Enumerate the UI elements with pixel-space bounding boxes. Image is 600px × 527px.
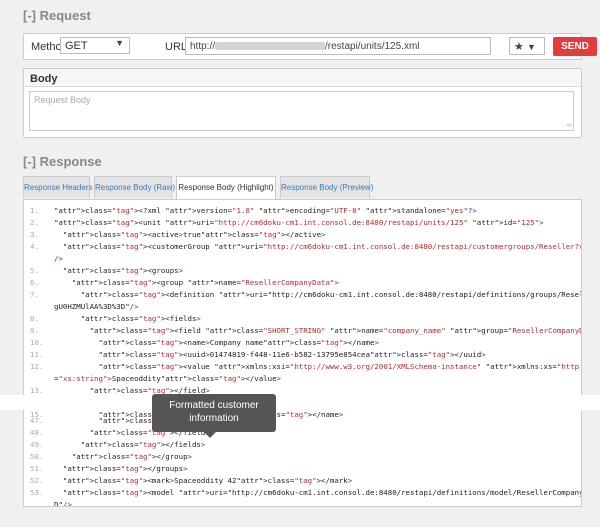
code-panel: 1. "attr">class="tag"><?xml "attr">versio…: [23, 199, 582, 507]
url-input[interactable]: http:// /restapi/units/125.xml: [185, 37, 491, 55]
code-text: "attr">class="tag"></groups>: [62, 464, 188, 473]
line-number: 8.: [30, 314, 39, 323]
code-line: 8. "attr">class="tag"><fields>: [24, 314, 581, 326]
code-text: "attr">class="tag"><?xml "attr">version=…: [54, 206, 477, 215]
code-text: "attr">class="tag"><unit "attr">uri="htt…: [54, 218, 544, 227]
url-prefix: http://: [190, 41, 216, 52]
code-text: "attr">class="tag"><group "attr">name="R…: [71, 278, 339, 287]
code-text: "attr">class="tag"><definition "attr">ur…: [80, 290, 581, 299]
tab-response-body-raw[interactable]: Response Body (Raw): [94, 176, 175, 198]
body-title: Body: [24, 69, 581, 87]
code-text: "attr">class="tag"><groups>: [62, 266, 184, 275]
code-text: D"/>: [54, 500, 72, 507]
code-line: gU0HZMUlAA%3D%3D"/>: [24, 302, 581, 314]
code-line: 3. "attr">class="tag"><active>true"attr"…: [24, 230, 581, 242]
line-number: 51.: [30, 464, 44, 473]
line-number: 50.: [30, 452, 44, 461]
code-line: 4. "attr">class="tag"><customerGroup "at…: [24, 242, 581, 254]
method-select[interactable]: GET ▼: [60, 37, 130, 54]
code-line: 10. "attr">class="tag"><name>Company nam…: [24, 338, 581, 350]
line-number: 9.: [30, 326, 39, 335]
star-icon: ★: [514, 41, 524, 53]
body-panel: Body Request Body ∞: [23, 68, 582, 138]
line-number: 7.: [30, 290, 39, 299]
line-number: 52.: [30, 476, 44, 485]
code-text: "attr">class="tag"><field "attr">class="…: [89, 326, 581, 335]
request-body-input[interactable]: Request Body: [29, 91, 574, 131]
line-number: 3.: [30, 230, 39, 239]
code-line: D"/>: [24, 500, 581, 507]
tooltip-line-2: information: [189, 413, 239, 424]
favorite-dropdown[interactable]: ★ ▼: [509, 37, 545, 55]
code-text: "attr">class="tag"><name>Company name"at…: [98, 338, 379, 347]
line-number: 4.: [30, 242, 39, 251]
line-number: 6.: [30, 278, 39, 287]
line-number: 48.: [30, 428, 44, 437]
code-line: 11. "attr">class="tag"><uuid>01474819-f4…: [24, 350, 581, 362]
line-number: 5.: [30, 266, 39, 275]
line-number: 13.: [30, 386, 44, 395]
code-text: "attr">class="tag"><uuid>01474819-f448-1…: [98, 350, 486, 359]
line-number: 10.: [30, 338, 44, 347]
redacted-host: [215, 42, 326, 51]
request-bar: Method GET ▼ URL http:///restapi/units/1…: [23, 33, 597, 60]
method-value: GET: [65, 40, 88, 52]
code-line: 6. "attr">class="tag"><group "attr">name…: [24, 278, 581, 290]
divider-band: [0, 395, 600, 410]
line-number: 47.: [30, 416, 44, 425]
code-line: 1. "attr">class="tag"><?xml "attr">versio…: [24, 206, 581, 218]
chevron-down-icon: ▼: [115, 38, 124, 48]
code-line: 48. "attr">class="tag"></field>: [24, 428, 581, 440]
code-text: ="xs:string">Spaceoddity"attr">class="ta…: [54, 374, 281, 383]
line-number: 2.: [30, 218, 39, 227]
code-text: "attr">class="tag"><customerGroup "attr"…: [62, 242, 581, 251]
code-text: "attr">class="tag"><mark>Spaceoddity 42"…: [62, 476, 353, 485]
code-line: 12. "attr">class="tag"><value "attr">xml…: [24, 362, 581, 374]
code-line: 9. "attr">class="tag"><field "attr">clas…: [24, 326, 581, 338]
line-number: 49.: [30, 440, 44, 449]
response-title: [-] Response: [23, 154, 102, 169]
code-text: "attr">class="tag"></group>: [71, 452, 192, 461]
code-line: />: [24, 254, 581, 266]
tab-response-body-preview[interactable]: Response Body (Preview): [280, 176, 373, 198]
code-line: 50. "attr">class="tag"></group>: [24, 452, 581, 464]
code-text: "attr">class="tag"><value "attr">xmlns:x…: [98, 362, 582, 371]
url-label: URL: [165, 41, 188, 53]
code-text: />: [54, 254, 63, 263]
code-text: "attr">class="tag"><model "attr">uri="ht…: [62, 488, 582, 497]
code-line: 2. "attr">class="tag"><unit "attr">uri="h…: [24, 218, 581, 230]
line-number: 53.: [30, 488, 44, 497]
code-line: 49. "attr">class="tag"></fields>: [24, 440, 581, 452]
tab-response-headers[interactable]: Response Headers: [23, 176, 92, 198]
code-text: gU0HZMUlAA%3D%3D"/>: [54, 302, 139, 311]
resize-handle-icon[interactable]: ∞: [567, 122, 572, 129]
tooltip-line-1: Formatted customer: [169, 400, 259, 411]
annotation-tooltip: Formatted customer information: [152, 394, 276, 438]
code-line: 7. "attr">class="tag"><definition "attr"…: [24, 290, 581, 302]
code-line: 5. "attr">class="tag"><groups>: [24, 266, 581, 278]
code-line: 53. "attr">class="tag"><model "attr">uri…: [24, 488, 581, 500]
code-line: ="xs:string">Spaceoddity"attr">class="ta…: [24, 374, 581, 386]
code-text: "attr">class="tag"><fields>: [80, 314, 201, 323]
request-title: [-] Request: [23, 8, 91, 23]
line-number: 12.: [30, 362, 44, 371]
chevron-down-icon: ▼: [526, 42, 536, 52]
code-text: "attr">class="tag"></fields>: [80, 440, 206, 449]
url-suffix: /restapi/units/125.xml: [325, 41, 420, 52]
code-text: "attr">class="tag"><active>true"attr">cl…: [62, 230, 326, 239]
send-button[interactable]: SEND: [553, 37, 597, 56]
code-line: 51. "attr">class="tag"></groups>: [24, 464, 581, 476]
line-number: 11.: [30, 350, 44, 359]
code-line: 52. "attr">class="tag"><mark>Spaceoddity…: [24, 476, 581, 488]
line-number: 1.: [30, 206, 39, 215]
tab-response-body-highlight[interactable]: Response Body (Highlight): [176, 176, 276, 200]
code-line: 47. "attr">class="tag"><originalValue/>: [24, 416, 581, 428]
